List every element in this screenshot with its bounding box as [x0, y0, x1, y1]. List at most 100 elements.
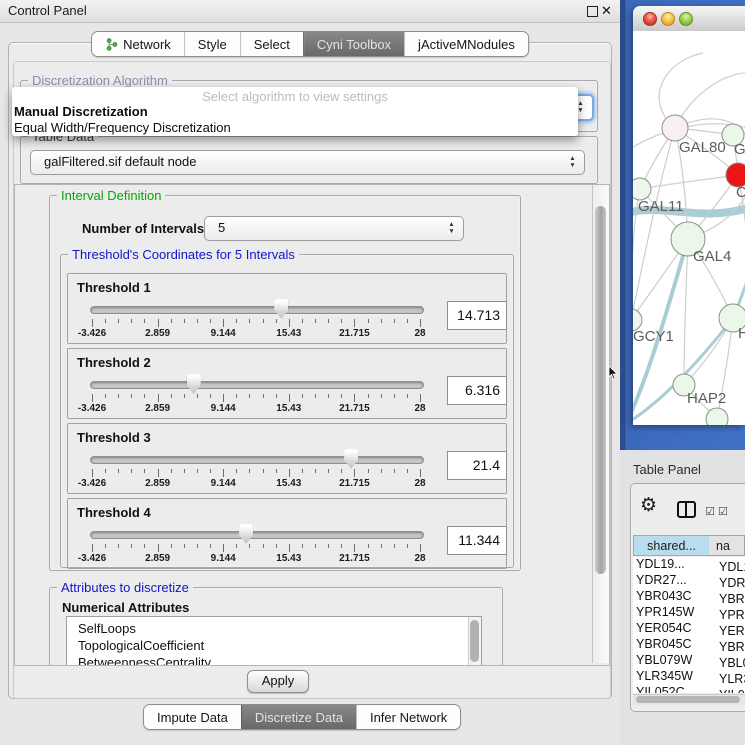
- scrollbar-thumb[interactable]: [595, 206, 606, 574]
- table-row[interactable]: YBL079WYBL0: [633, 653, 745, 669]
- network-canvas[interactable]: GAL80G.CGAL11GAL4GCY1HHAP2: [633, 31, 745, 425]
- attribute-item-topologicalcoefficient[interactable]: TopologicalCoefficient: [67, 637, 481, 654]
- close-icon[interactable]: ✕: [601, 2, 612, 20]
- slider-tick: [197, 394, 198, 398]
- settings-gear-icon[interactable]: ⚙: [640, 496, 657, 516]
- slider-thumb[interactable]: [274, 299, 288, 319]
- threshold-label: Threshold 3: [77, 430, 151, 445]
- scrollbar-thumb[interactable]: [470, 620, 479, 662]
- slider-thumb[interactable]: [187, 374, 201, 394]
- slider-tick: [354, 544, 355, 552]
- slider-thumb[interactable]: [344, 449, 358, 469]
- minimize-traffic-light-icon[interactable]: [661, 12, 675, 26]
- table-row[interactable]: YBR045CYBR0: [633, 637, 745, 653]
- slider-tick: [158, 469, 159, 477]
- tab-discretize-data[interactable]: Discretize Data: [241, 705, 356, 729]
- slider-track[interactable]: [90, 381, 424, 389]
- slider-tick: [420, 544, 421, 552]
- node-label: GCY1: [633, 328, 674, 345]
- node-label: G.: [734, 141, 745, 158]
- edge[interactable]: [640, 175, 738, 189]
- slider-tick: [144, 394, 145, 398]
- threshold-value-field[interactable]: 11.344: [447, 526, 507, 555]
- num-intervals-combobox[interactable]: 5 ▲▼: [204, 216, 464, 241]
- tab-style[interactable]: Style: [184, 32, 240, 56]
- attributes-list[interactable]: SelfLoopsTopologicalCoefficientBetweenne…: [66, 616, 482, 666]
- table-row[interactable]: YDL19...YDL1: [633, 557, 745, 573]
- table-row[interactable]: YBR043CYBR0: [633, 589, 745, 605]
- algorithm-dropdown-popup: Select algorithm to view settings Manual…: [12, 87, 578, 136]
- zoom-traffic-light-icon[interactable]: [679, 12, 693, 26]
- slider-tick: [289, 469, 290, 477]
- tab-label: Impute Data: [157, 706, 228, 729]
- table-row[interactable]: YLR345WYLR3: [633, 669, 745, 685]
- slider-tick: [289, 544, 290, 552]
- slider-tick: [328, 544, 329, 548]
- apply-button[interactable]: Apply: [247, 670, 309, 693]
- edge[interactable]: [633, 128, 675, 320]
- slider-thumb[interactable]: [239, 524, 253, 544]
- tab-network[interactable]: Network: [92, 32, 184, 56]
- attribute-item-selfloops[interactable]: SelfLoops: [67, 620, 481, 637]
- table-row[interactable]: YDR27...YDR2: [633, 573, 745, 589]
- table-data-combobox[interactable]: galFiltered.sif default node ▲▼: [30, 150, 585, 175]
- threshold-value-field[interactable]: 21.4: [447, 451, 507, 480]
- node-label: C: [736, 184, 745, 201]
- cell-name: YDR2: [716, 576, 745, 590]
- slider-tick: [118, 544, 119, 548]
- close-traffic-light-icon[interactable]: [643, 12, 657, 26]
- table-row[interactable]: YIL052CYIL0: [633, 685, 745, 693]
- edge[interactable]: [684, 239, 688, 385]
- cell-shared-name: YDL19...: [633, 557, 716, 571]
- slider-tick-label: 28: [390, 478, 450, 489]
- tab-select[interactable]: Select: [240, 32, 303, 56]
- checkbox-icon[interactable]: ☑: [705, 505, 715, 518]
- scrollbar-thumb[interactable]: [636, 696, 740, 703]
- table-row[interactable]: YPR145WYPR1: [633, 605, 745, 621]
- slider-tick: [341, 394, 342, 398]
- slider-tick: [381, 469, 382, 473]
- slider-tick-label: -3.426: [62, 403, 122, 414]
- slider-tick: [249, 544, 250, 548]
- slider-track[interactable]: [90, 531, 424, 539]
- slider-track[interactable]: [90, 456, 424, 464]
- slider-tick: [315, 394, 316, 398]
- threshold-value-field[interactable]: 14.713: [447, 301, 507, 330]
- algorithm-option-manual-discretization[interactable]: Manual Discretization: [12, 104, 578, 120]
- vertical-scrollbar[interactable]: [592, 185, 609, 663]
- tab-infer-network[interactable]: Infer Network: [356, 705, 460, 729]
- column-header-shared-name[interactable]: shared...: [633, 535, 710, 556]
- slider-tick: [171, 319, 172, 323]
- slider-tick: [368, 319, 369, 323]
- checkbox-icon[interactable]: ☑: [718, 505, 728, 518]
- slider-tick: [158, 394, 159, 402]
- table-row[interactable]: YER054CYER0: [633, 621, 745, 637]
- slider-tick-label: 9.144: [193, 328, 253, 339]
- list-scrollbar[interactable]: [468, 617, 481, 666]
- node-gal11[interactable]: [633, 178, 651, 200]
- cell-shared-name: YER054C: [633, 621, 716, 635]
- slider-tick: [368, 469, 369, 473]
- slider-tick-label: 21.715: [324, 328, 384, 339]
- float-window-icon[interactable]: [587, 6, 598, 17]
- slider-tick: [197, 469, 198, 473]
- node-unlabeled[interactable]: [706, 408, 728, 425]
- slider-tick: [171, 544, 172, 548]
- slider-tick: [328, 394, 329, 398]
- slider-track[interactable]: [90, 306, 424, 314]
- column-header-name[interactable]: na: [709, 535, 745, 556]
- cell-shared-name: YIL052C: [633, 685, 716, 693]
- tab-label: Network: [123, 33, 171, 56]
- tab-jactivemnodules[interactable]: jActiveMNodules: [404, 32, 528, 56]
- horizontal-scrollbar[interactable]: [633, 694, 745, 705]
- slider-tick: [131, 394, 132, 398]
- algorithm-option-equal-width-frequency-discretization[interactable]: Equal Width/Frequency Discretization: [12, 120, 578, 136]
- slider-tick: [368, 394, 369, 398]
- threshold-value-field[interactable]: 6.316: [447, 376, 507, 405]
- column-layout-icon[interactable]: [677, 501, 696, 518]
- tab-impute-data[interactable]: Impute Data: [144, 705, 241, 729]
- node-gal80[interactable]: [662, 115, 688, 141]
- slider-tick: [171, 469, 172, 473]
- tab-cyni-toolbox[interactable]: Cyni Toolbox: [303, 32, 404, 56]
- attribute-item-betweennesscentrality[interactable]: BetweennessCentrality: [67, 654, 481, 666]
